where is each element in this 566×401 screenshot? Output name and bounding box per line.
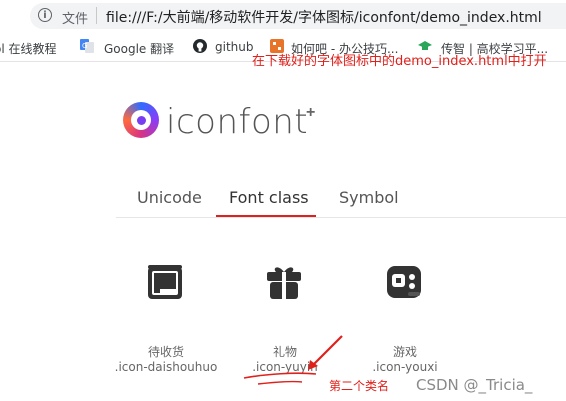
- url-text[interactable]: file:///F:/大前端/移动软件开发/字体图标/iconfont/demo…: [106, 7, 542, 27]
- bookmark-google-translate[interactable]: Google 翻译: [104, 40, 174, 57]
- bookmark-github[interactable]: github: [215, 40, 253, 54]
- icon-name-daishouhuo: 待收货: [147, 345, 184, 359]
- package-icon: [148, 265, 182, 299]
- logo-text: iconfont: [166, 102, 309, 142]
- icon-class-daishouhuo[interactable]: .icon-daishouhuo: [106, 360, 226, 374]
- watermark: CSDN @_Tricia_: [416, 376, 533, 394]
- address-bar: i 文件 file:///F:/大前端/移动软件开发/字体图标/iconfont…: [0, 0, 566, 32]
- bookmark-online-tutorial[interactable]: ol 在线教程: [0, 40, 57, 57]
- tabs-divider: [116, 217, 566, 218]
- active-tab-indicator: [216, 215, 316, 217]
- logo-plus: +: [306, 104, 316, 121]
- icon-class-youxi[interactable]: .icon-youxi: [345, 360, 465, 374]
- logo-dot: [137, 116, 146, 125]
- info-icon[interactable]: i: [38, 8, 52, 22]
- tab-unicode[interactable]: Unicode: [137, 188, 202, 207]
- gamepad-icon: [387, 266, 421, 298]
- tab-font-class[interactable]: Font class: [229, 188, 309, 207]
- gift-icon: [267, 267, 301, 299]
- omnibox-separator: [96, 7, 97, 24]
- google-translate-icon: G: [80, 39, 94, 53]
- svg-text:G: G: [82, 42, 87, 50]
- annotation-second-class-note: 第二个类名: [329, 379, 390, 393]
- file-scheme-label: 文件: [62, 12, 89, 27]
- annotation-open-demo-note: 在下载好的字体图标中的demo_index.html中打开: [252, 54, 547, 69]
- icon-name-youxi: 游戏: [392, 345, 417, 359]
- tab-symbol[interactable]: Symbol: [339, 188, 399, 207]
- github-icon: [193, 39, 207, 53]
